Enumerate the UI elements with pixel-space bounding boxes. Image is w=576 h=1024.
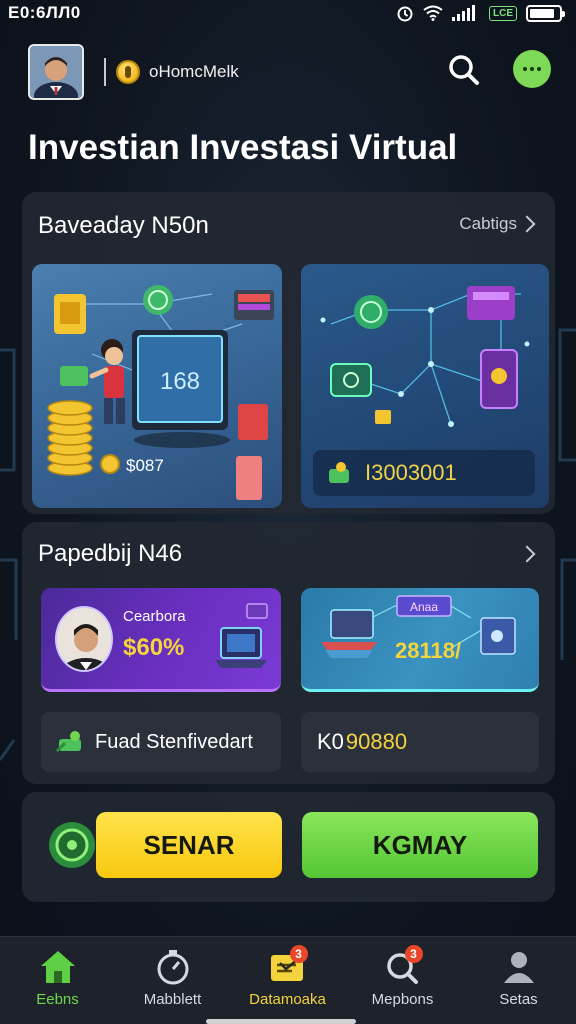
info-prefix: K0 — [317, 729, 344, 754]
home-icon — [36, 945, 80, 989]
nav-label: Mabblett — [143, 991, 202, 1008]
nav-item-home[interactable]: Eebns — [0, 937, 115, 1024]
investment-card-right[interactable]: I3003001 — [301, 264, 549, 508]
status-time: E0:6ЛЛ0 — [8, 3, 81, 22]
promo-avatar — [55, 606, 113, 672]
search-icon — [449, 55, 479, 85]
avatar[interactable] — [28, 44, 84, 100]
nav-item-tickets[interactable]: 3 Datamoaka — [230, 937, 345, 1024]
promo-avatar-portrait — [57, 608, 111, 670]
status-icons: LCE — [396, 4, 565, 22]
chat-badge-icon — [49, 822, 95, 868]
promo-value: 28118/ — [395, 638, 462, 663]
bottom-navigation: Eebns Mabblett 3 Datamoaka 3 Mepbons Set… — [0, 936, 576, 1024]
nav-label: Setas — [499, 991, 538, 1008]
user-icon — [497, 945, 541, 989]
notification-badge: 3 — [289, 945, 308, 963]
nav-item-profile[interactable]: Setas — [461, 937, 576, 1024]
wifi-icon — [423, 5, 443, 21]
search-button[interactable] — [444, 50, 484, 90]
home-indicator — [206, 1019, 356, 1024]
battery-fill — [530, 8, 554, 18]
info-box-left[interactable]: Fuad Stenfivedart — [41, 712, 281, 772]
promo-tag: Anaa — [410, 600, 438, 614]
header-username: oHomcMelk — [149, 62, 239, 81]
header: oHomcMelk — [28, 44, 552, 100]
promo-card-left[interactable]: Cearbora $60% — [41, 588, 281, 692]
coin-icon — [116, 60, 140, 84]
nav-label: Datamoaka — [249, 991, 326, 1008]
laptop-illustration — [215, 603, 268, 668]
info-value: 90880 — [345, 729, 408, 754]
battery-icon — [526, 4, 565, 22]
info-label: Fuad Stenfivedart — [95, 730, 253, 753]
popular-section: Papedbij N46 Cearbora $60% Anaa 28118/ F… — [22, 522, 555, 784]
status-bar: E0:6ЛЛ0 LCE — [0, 0, 576, 26]
more-button[interactable] — [513, 50, 551, 88]
info-box-right[interactable]: K0 90880 — [301, 712, 539, 772]
money-icon — [329, 462, 349, 483]
promo-label: Cearbora — [123, 608, 186, 625]
promo-card-right[interactable]: Anaa 28118/ — [301, 588, 539, 692]
nav-label: Eebns — [36, 991, 79, 1008]
network-badge: LCE — [489, 5, 517, 21]
timer-icon — [151, 945, 195, 989]
chevron-right-icon[interactable] — [518, 545, 536, 563]
chevron-right-icon[interactable] — [518, 215, 536, 233]
promo-percent: $60% — [123, 634, 185, 661]
card-right-value: I3003001 — [365, 460, 457, 485]
kgmay-button[interactable]: KGMAY — [302, 812, 538, 878]
alarm-icon — [397, 6, 413, 22]
avatar-portrait — [30, 46, 82, 98]
featured-section: Baveaday N50n Cabtigs 168 $087 I3003001 — [22, 192, 555, 514]
header-divider — [104, 58, 106, 86]
signal-icon — [452, 5, 475, 21]
page-title: Investian Investasi Virtual — [28, 128, 458, 167]
ticket-icon: 3 — [266, 945, 310, 989]
nav-item-timer[interactable]: Mabblett — [115, 937, 230, 1024]
more-icon — [523, 67, 527, 71]
section-link[interactable]: Cabtigs — [459, 214, 517, 234]
search-icon: 3 — [381, 945, 425, 989]
senar-button[interactable]: SENAR — [96, 812, 282, 878]
card-value-pill: I3003001 — [313, 450, 535, 496]
cash-hand-icon — [55, 731, 81, 753]
card-coin-value: $087 — [126, 456, 164, 475]
card-main-value: 168 — [160, 368, 200, 395]
nav-label: Mepbons — [371, 991, 434, 1008]
notification-badge: 3 — [404, 945, 423, 963]
investment-card-left[interactable]: 168 $087 — [32, 264, 282, 508]
action-section: SENAR KGMAY — [22, 792, 555, 902]
section-title: Papedbij N46 — [38, 540, 183, 567]
nav-item-search[interactable]: 3 Mepbons — [345, 937, 460, 1024]
section-title: Baveaday N50n — [38, 212, 209, 239]
